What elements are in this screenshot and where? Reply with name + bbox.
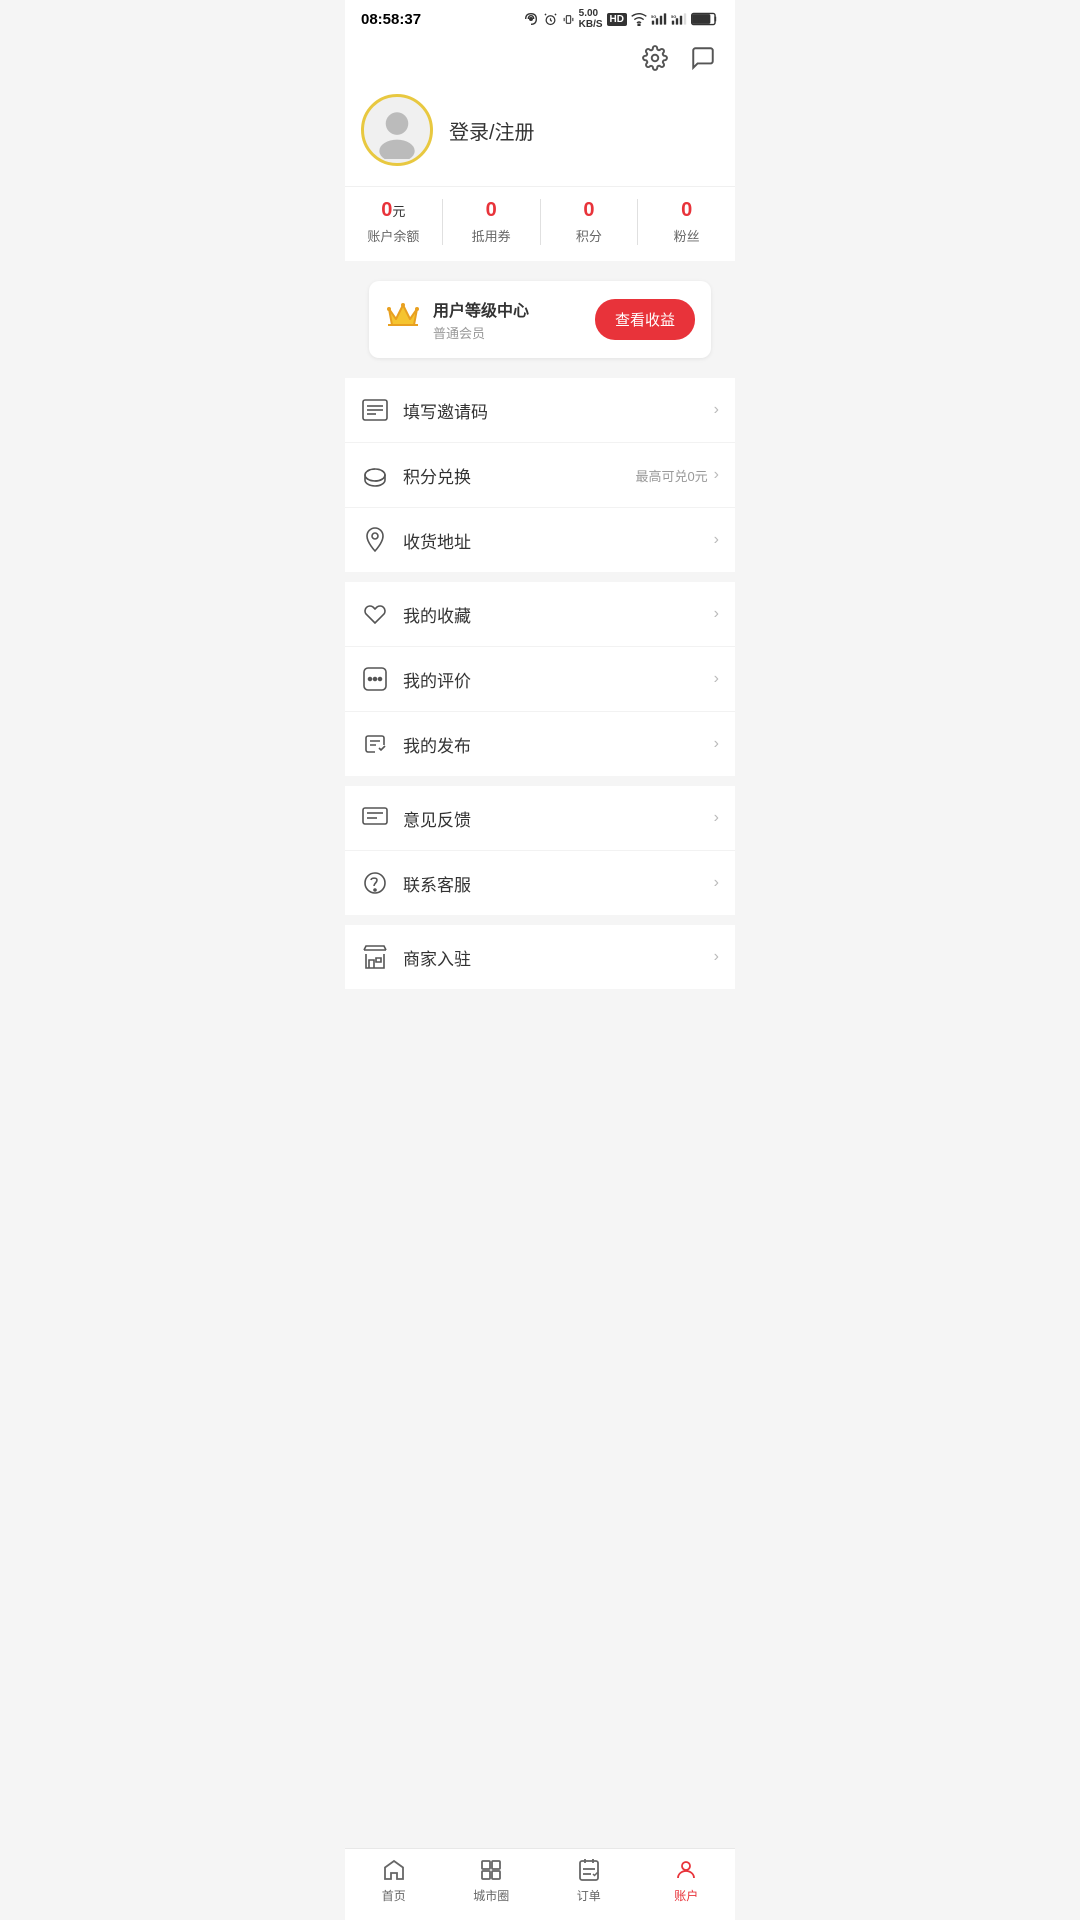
- menu-label-address: 收货地址: [403, 528, 714, 553]
- review-icon: [361, 665, 389, 693]
- member-title: 用户等级中心: [433, 297, 529, 321]
- menu-label-review: 我的评价: [403, 667, 714, 692]
- city-icon: [478, 1857, 504, 1883]
- menu-label-invite: 填写邀请码: [403, 398, 714, 423]
- stat-points[interactable]: 0 积分: [541, 199, 639, 245]
- nav-city-label: 城市圈: [473, 1887, 509, 1904]
- menu-item-invite[interactable]: 填写邀请码 ›: [345, 378, 735, 443]
- menu-item-service[interactable]: 联系客服 ›: [345, 851, 735, 915]
- chevron-points: ›: [714, 466, 719, 484]
- chevron-invite: ›: [714, 401, 719, 419]
- menu-item-address[interactable]: 收货地址 ›: [345, 508, 735, 572]
- feedback-icon: [361, 804, 389, 832]
- nav-home-label: 首页: [382, 1887, 406, 1904]
- message-button[interactable]: [687, 42, 719, 74]
- nav-home[interactable]: 首页: [345, 1857, 443, 1904]
- settings-button[interactable]: [639, 42, 671, 74]
- avatar[interactable]: [361, 94, 433, 166]
- member-info: 用户等级中心 普通会员: [385, 297, 529, 342]
- member-subtitle: 普通会员: [433, 323, 529, 342]
- member-card: 用户等级中心 普通会员 查看收益: [369, 281, 711, 358]
- stat-coupon-label: 抵用券: [472, 226, 511, 245]
- chevron-address: ›: [714, 531, 719, 549]
- menu-item-publish[interactable]: 我的发布 ›: [345, 712, 735, 776]
- chevron-favorites: ›: [714, 605, 719, 623]
- crown-icon: [385, 301, 421, 338]
- address-icon: [361, 526, 389, 554]
- menu-item-favorites[interactable]: 我的收藏 ›: [345, 582, 735, 647]
- status-icons: 5.00KB/S HD 5G: [523, 8, 719, 30]
- merchant-icon: [361, 943, 389, 971]
- nav-account-label: 账户: [674, 1887, 698, 1904]
- nav-city[interactable]: 城市圈: [443, 1857, 541, 1904]
- menu-section-3: 意见反馈 › 联系客服 ›: [345, 786, 735, 915]
- nav-orders-label: 订单: [577, 1887, 601, 1904]
- menu-sub-points: 最高可兑0元: [635, 466, 707, 485]
- menu-item-points[interactable]: 积分兑换 最高可兑0元 ›: [345, 443, 735, 508]
- stat-balance[interactable]: 0元 账户余额: [345, 199, 443, 245]
- login-text[interactable]: 登录/注册: [449, 116, 535, 145]
- svg-text:5G: 5G: [651, 14, 656, 19]
- stat-balance-label: 账户余额: [367, 226, 419, 245]
- header-actions: [345, 34, 735, 86]
- home-icon: [381, 1857, 407, 1883]
- menu-section-1: 填写邀请码 › 积分兑换 最高可兑0元 › 收货地址: [345, 378, 735, 572]
- stats-row: 0元 账户余额 0 抵用券 0 积分 0 粉丝: [345, 186, 735, 261]
- orders-icon: [576, 1857, 602, 1883]
- chevron-feedback: ›: [714, 809, 719, 827]
- account-icon: [673, 1857, 699, 1883]
- favorites-icon: [361, 600, 389, 628]
- stat-coupon-value: 0: [486, 199, 497, 222]
- status-bar: 08:58:37 5.00KB/S HD: [345, 0, 735, 34]
- stat-fans[interactable]: 0 粉丝: [638, 199, 735, 245]
- status-time: 08:58:37: [361, 11, 421, 28]
- menu-section-2: 我的收藏 › 我的评价 › 我: [345, 582, 735, 776]
- publish-icon: [361, 730, 389, 758]
- view-earnings-button[interactable]: 查看收益: [595, 299, 695, 340]
- menu-item-feedback[interactable]: 意见反馈 ›: [345, 786, 735, 851]
- points-exchange-icon: [361, 461, 389, 489]
- menu-item-merchant[interactable]: 商家入驻 ›: [345, 925, 735, 989]
- invite-code-icon: [361, 396, 389, 424]
- member-text: 用户等级中心 普通会员: [433, 297, 529, 342]
- menu-label-points: 积分兑换: [403, 463, 635, 488]
- nav-orders[interactable]: 订单: [540, 1857, 638, 1904]
- service-icon: [361, 869, 389, 897]
- stat-fans-value: 0: [681, 199, 692, 222]
- svg-text:5G: 5G: [671, 14, 676, 19]
- chevron-service: ›: [714, 874, 719, 892]
- stat-coupon[interactable]: 0 抵用券: [443, 199, 541, 245]
- profile-section: 登录/注册: [345, 86, 735, 186]
- chevron-publish: ›: [714, 735, 719, 753]
- stat-points-value: 0: [583, 199, 594, 222]
- menu-label-merchant: 商家入驻: [403, 945, 714, 970]
- bottom-nav: 首页 城市圈 订单: [345, 1848, 735, 1920]
- menu-section-4: 商家入驻 ›: [345, 925, 735, 989]
- menu-item-review[interactable]: 我的评价 ›: [345, 647, 735, 712]
- chevron-review: ›: [714, 670, 719, 688]
- chevron-merchant: ›: [714, 948, 719, 966]
- nav-account[interactable]: 账户: [638, 1857, 736, 1904]
- menu-label-service: 联系客服: [403, 871, 714, 896]
- menu-label-feedback: 意见反馈: [403, 806, 714, 831]
- menu-label-publish: 我的发布: [403, 732, 714, 757]
- svg-text:67: 67: [695, 18, 703, 25]
- stat-fans-label: 粉丝: [674, 226, 700, 245]
- stat-balance-value: 0元: [381, 199, 405, 222]
- stat-points-label: 积分: [576, 226, 602, 245]
- menu-label-favorites: 我的收藏: [403, 602, 714, 627]
